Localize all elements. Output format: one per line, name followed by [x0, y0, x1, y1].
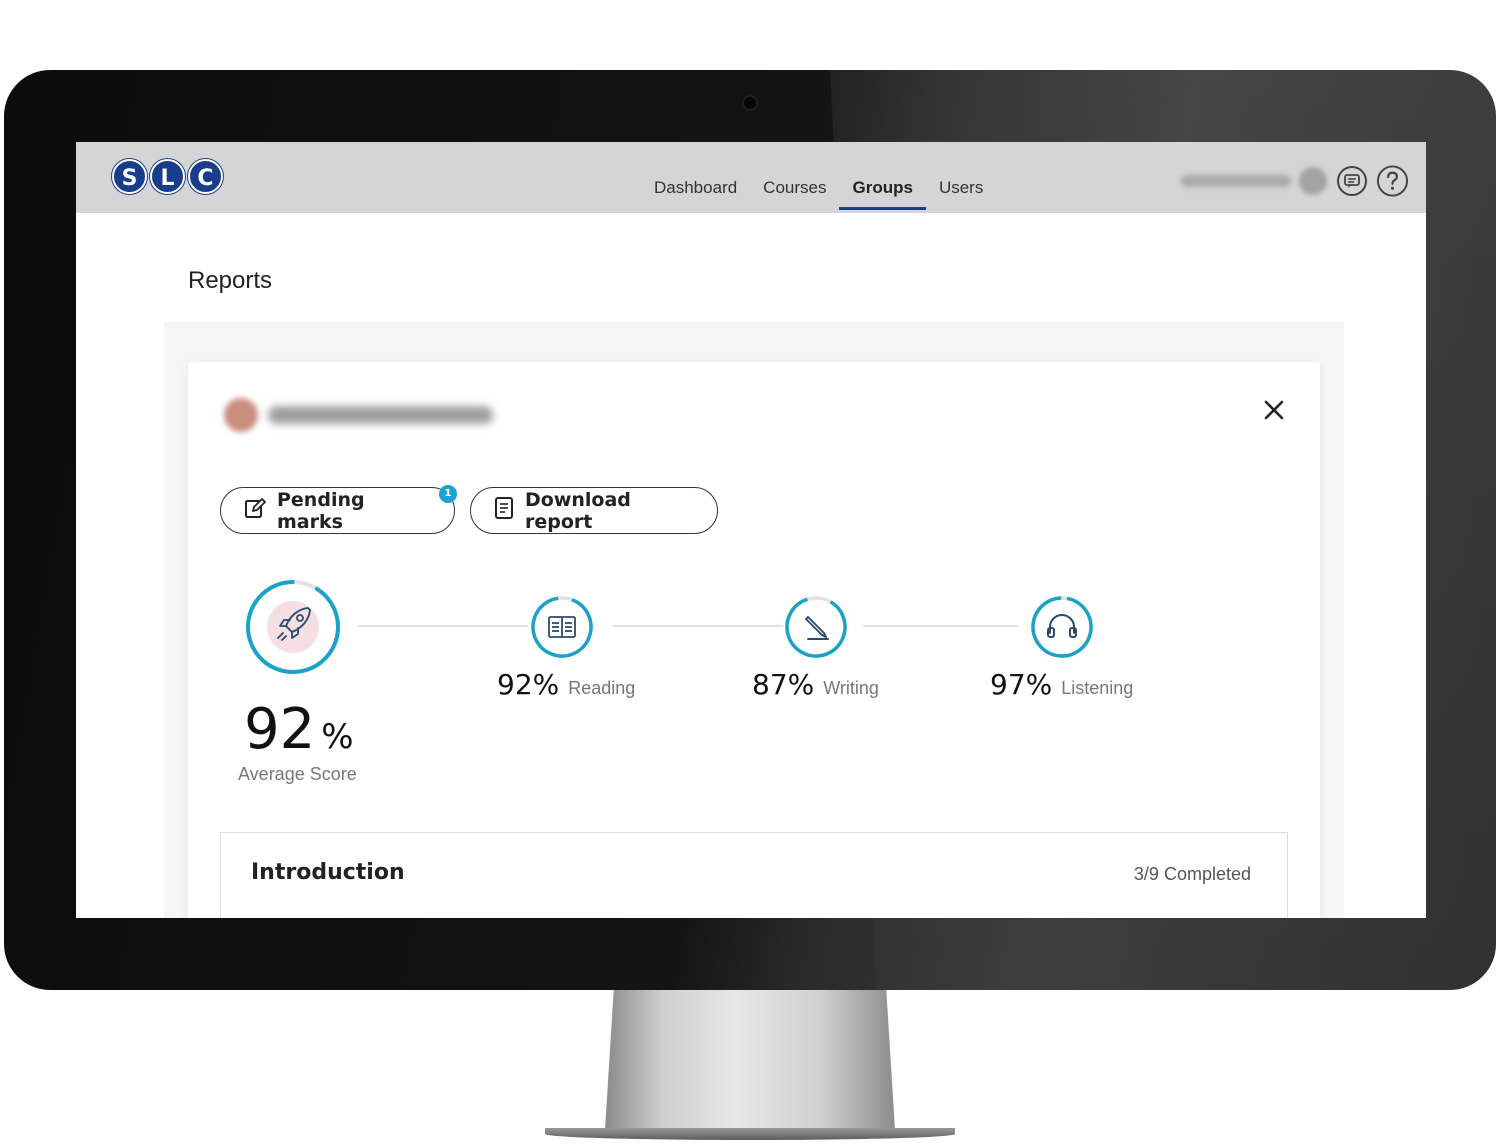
- book-icon: [548, 616, 576, 638]
- writing-ring: [784, 595, 848, 663]
- reading-score-label: Reading: [568, 678, 636, 698]
- monitor-stand: [605, 990, 895, 1130]
- help-icon[interactable]: [1376, 164, 1409, 197]
- reading-score-value: 92%: [497, 668, 560, 701]
- reading-ring: [530, 595, 594, 663]
- writing-score-label: Writing: [823, 678, 879, 698]
- reading-score: 92% Reading: [497, 668, 635, 701]
- average-score-value: 92%: [244, 697, 354, 762]
- average-score-number: 92: [244, 697, 316, 762]
- connector-line: [863, 625, 1018, 627]
- account-area: [1181, 164, 1409, 197]
- listening-score-value: 97%: [990, 668, 1053, 701]
- slc-logo[interactable]: S L C: [112, 159, 223, 194]
- document-icon: [493, 496, 515, 525]
- average-score-label: Average Score: [238, 764, 357, 784]
- logo-letter-l: L: [150, 159, 185, 194]
- writing-score-value: 87%: [752, 668, 815, 701]
- student-header: [224, 398, 493, 432]
- app-screen: S L C Dashboard Courses Groups Users Rep…: [76, 142, 1426, 918]
- module-progress: 3/9 Completed: [1133, 864, 1251, 884]
- page-title: Reports: [188, 267, 273, 294]
- top-navigation-bar: S L C Dashboard Courses Groups Users: [76, 142, 1426, 213]
- close-icon[interactable]: [1262, 398, 1286, 422]
- student-avatar: [224, 398, 258, 432]
- monitor-base: [545, 1128, 955, 1140]
- pending-count-badge: 1: [439, 485, 457, 503]
- module-title: Introduction: [251, 860, 405, 885]
- logo-letter-c: C: [188, 159, 223, 194]
- pending-marks-button[interactable]: Pending marks 1: [220, 485, 457, 534]
- listening-score-label: Listening: [1061, 678, 1134, 698]
- pending-marks-label: Pending marks: [277, 488, 365, 533]
- account-name-blurred[interactable]: [1181, 174, 1291, 187]
- headphones-icon: [1047, 614, 1077, 638]
- connector-line: [613, 625, 783, 627]
- writing-score: 87% Writing: [752, 668, 879, 701]
- module-panel-introduction[interactable]: Introduction 3/9 Completed: [220, 832, 1288, 918]
- listening-score: 97% Listening: [990, 668, 1133, 701]
- nav-groups[interactable]: Groups: [839, 168, 927, 210]
- connector-line: [358, 625, 528, 627]
- edit-icon: [243, 496, 267, 525]
- average-score-unit: %: [321, 717, 354, 757]
- nav-users[interactable]: Users: [926, 168, 996, 210]
- download-report-label: Download report: [525, 488, 631, 533]
- webcam: [742, 95, 758, 111]
- listening-ring: [1030, 595, 1094, 663]
- nav-dashboard[interactable]: Dashboard: [641, 168, 750, 210]
- average-score-ring: [243, 577, 343, 681]
- account-avatar[interactable]: [1299, 166, 1327, 195]
- chat-icon[interactable]: [1335, 164, 1368, 197]
- logo-letter-s: S: [112, 159, 147, 194]
- student-name-blurred: [268, 406, 493, 424]
- main-nav: Dashboard Courses Groups Users: [641, 168, 996, 210]
- pen-icon: [805, 616, 829, 640]
- monitor-mockup: S L C Dashboard Courses Groups Users Rep…: [0, 0, 1499, 1145]
- student-report-card: Pending marks 1 Download report 92 % Ave…: [188, 362, 1320, 918]
- nav-courses[interactable]: Courses: [750, 168, 839, 210]
- download-report-button[interactable]: Download report: [470, 487, 718, 534]
